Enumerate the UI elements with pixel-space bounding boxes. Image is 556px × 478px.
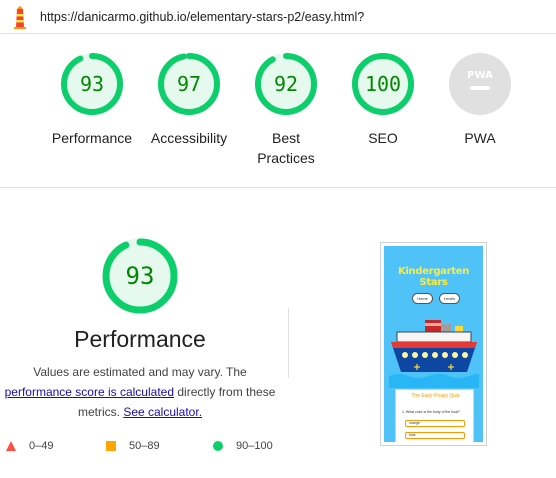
gauge-score-seo: 100 [364, 72, 402, 96]
lighthouse-logo-icon [14, 5, 26, 29]
gauge-score-accessibility: 97 [176, 72, 202, 96]
gauge-label-pwa: PWA [464, 130, 496, 146]
legend-fail-label: 0–49 [29, 440, 54, 452]
screenshot-question: 1. What color is the body of the boat? [402, 410, 460, 414]
gauge-score-performance: 93 [79, 72, 105, 96]
final-screenshot[interactable]: Kindergarten Stars Home Levels The Easy-… [380, 242, 487, 446]
score-calculated-link[interactable]: performance score is calculated [5, 385, 174, 399]
see-calculator-link[interactable]: See calculator. [123, 405, 202, 419]
gauge-label-accessibility: Accessibility [150, 130, 228, 146]
screenshot-home-button: Home [412, 293, 433, 304]
performance-description: Values are estimated and may vary. The p… [2, 362, 278, 422]
gauge-ring-pwa: PWA [448, 52, 512, 116]
performance-big-score: 93 [125, 262, 155, 290]
gauge-seo[interactable]: 100 SEO [335, 52, 431, 148]
category-gauges: 93 Performance 97 Accessibility 92 Best Pract… [0, 36, 556, 188]
boat-illustration-icon [389, 320, 479, 388]
pwa-badge-icon: PWA [449, 53, 511, 115]
gauge-ring-seo: 100 [351, 52, 415, 116]
gauge-label-best-practices: Best Practices [257, 130, 315, 166]
gauge-label-seo: SEO [368, 130, 398, 146]
performance-title: Performance [74, 326, 206, 352]
screenshot-option-1: orange [405, 420, 465, 427]
gauge-accessibility[interactable]: 97 Accessibility [141, 52, 237, 148]
gauge-ring-best-practices: 92 [254, 52, 318, 116]
green-circle-icon [213, 441, 223, 451]
screenshot-quiz-card: The Easy-Peasy Quiz 1. What color is the… [395, 389, 474, 442]
screenshot-levels-button: Levels [439, 293, 460, 304]
pwa-badge-text: PWA [467, 70, 493, 81]
score-legend: 0–49 50–89 90–100 [0, 436, 290, 456]
orange-square-icon [106, 441, 116, 451]
screenshot-quiz-title: The Easy-Peasy Quiz [411, 393, 460, 399]
gauge-ring-performance: 93 [60, 52, 124, 116]
red-triangle-icon [6, 441, 16, 451]
legend-average-label: 50–89 [129, 440, 160, 452]
gauge-performance[interactable]: 93 Performance [44, 52, 140, 148]
screenshot-app-title: Kindergarten Stars [397, 266, 470, 288]
divider [288, 308, 289, 378]
legend-pass-label: 90–100 [236, 440, 273, 452]
page-url[interactable]: https://danicarmo.github.io/elementary-s… [40, 10, 364, 24]
desc-prefix: Values are estimated and may vary. The [33, 365, 247, 379]
performance-section: 93 Performance Values are estimated and … [0, 238, 280, 422]
gauge-best-practices[interactable]: 92 Best Practices [238, 52, 334, 168]
performance-big-gauge[interactable]: 93 [102, 238, 178, 314]
screenshot-option-2: blue [405, 432, 465, 439]
gauge-label-performance: Performance [51, 130, 133, 146]
gauge-pwa[interactable]: PWA PWA [432, 52, 528, 148]
screenshot-page: Kindergarten Stars Home Levels The Easy-… [384, 246, 483, 442]
gauge-ring-accessibility: 97 [157, 52, 221, 116]
gauge-score-best-practices: 92 [273, 72, 299, 96]
report-header: https://danicarmo.github.io/elementary-s… [0, 0, 556, 34]
